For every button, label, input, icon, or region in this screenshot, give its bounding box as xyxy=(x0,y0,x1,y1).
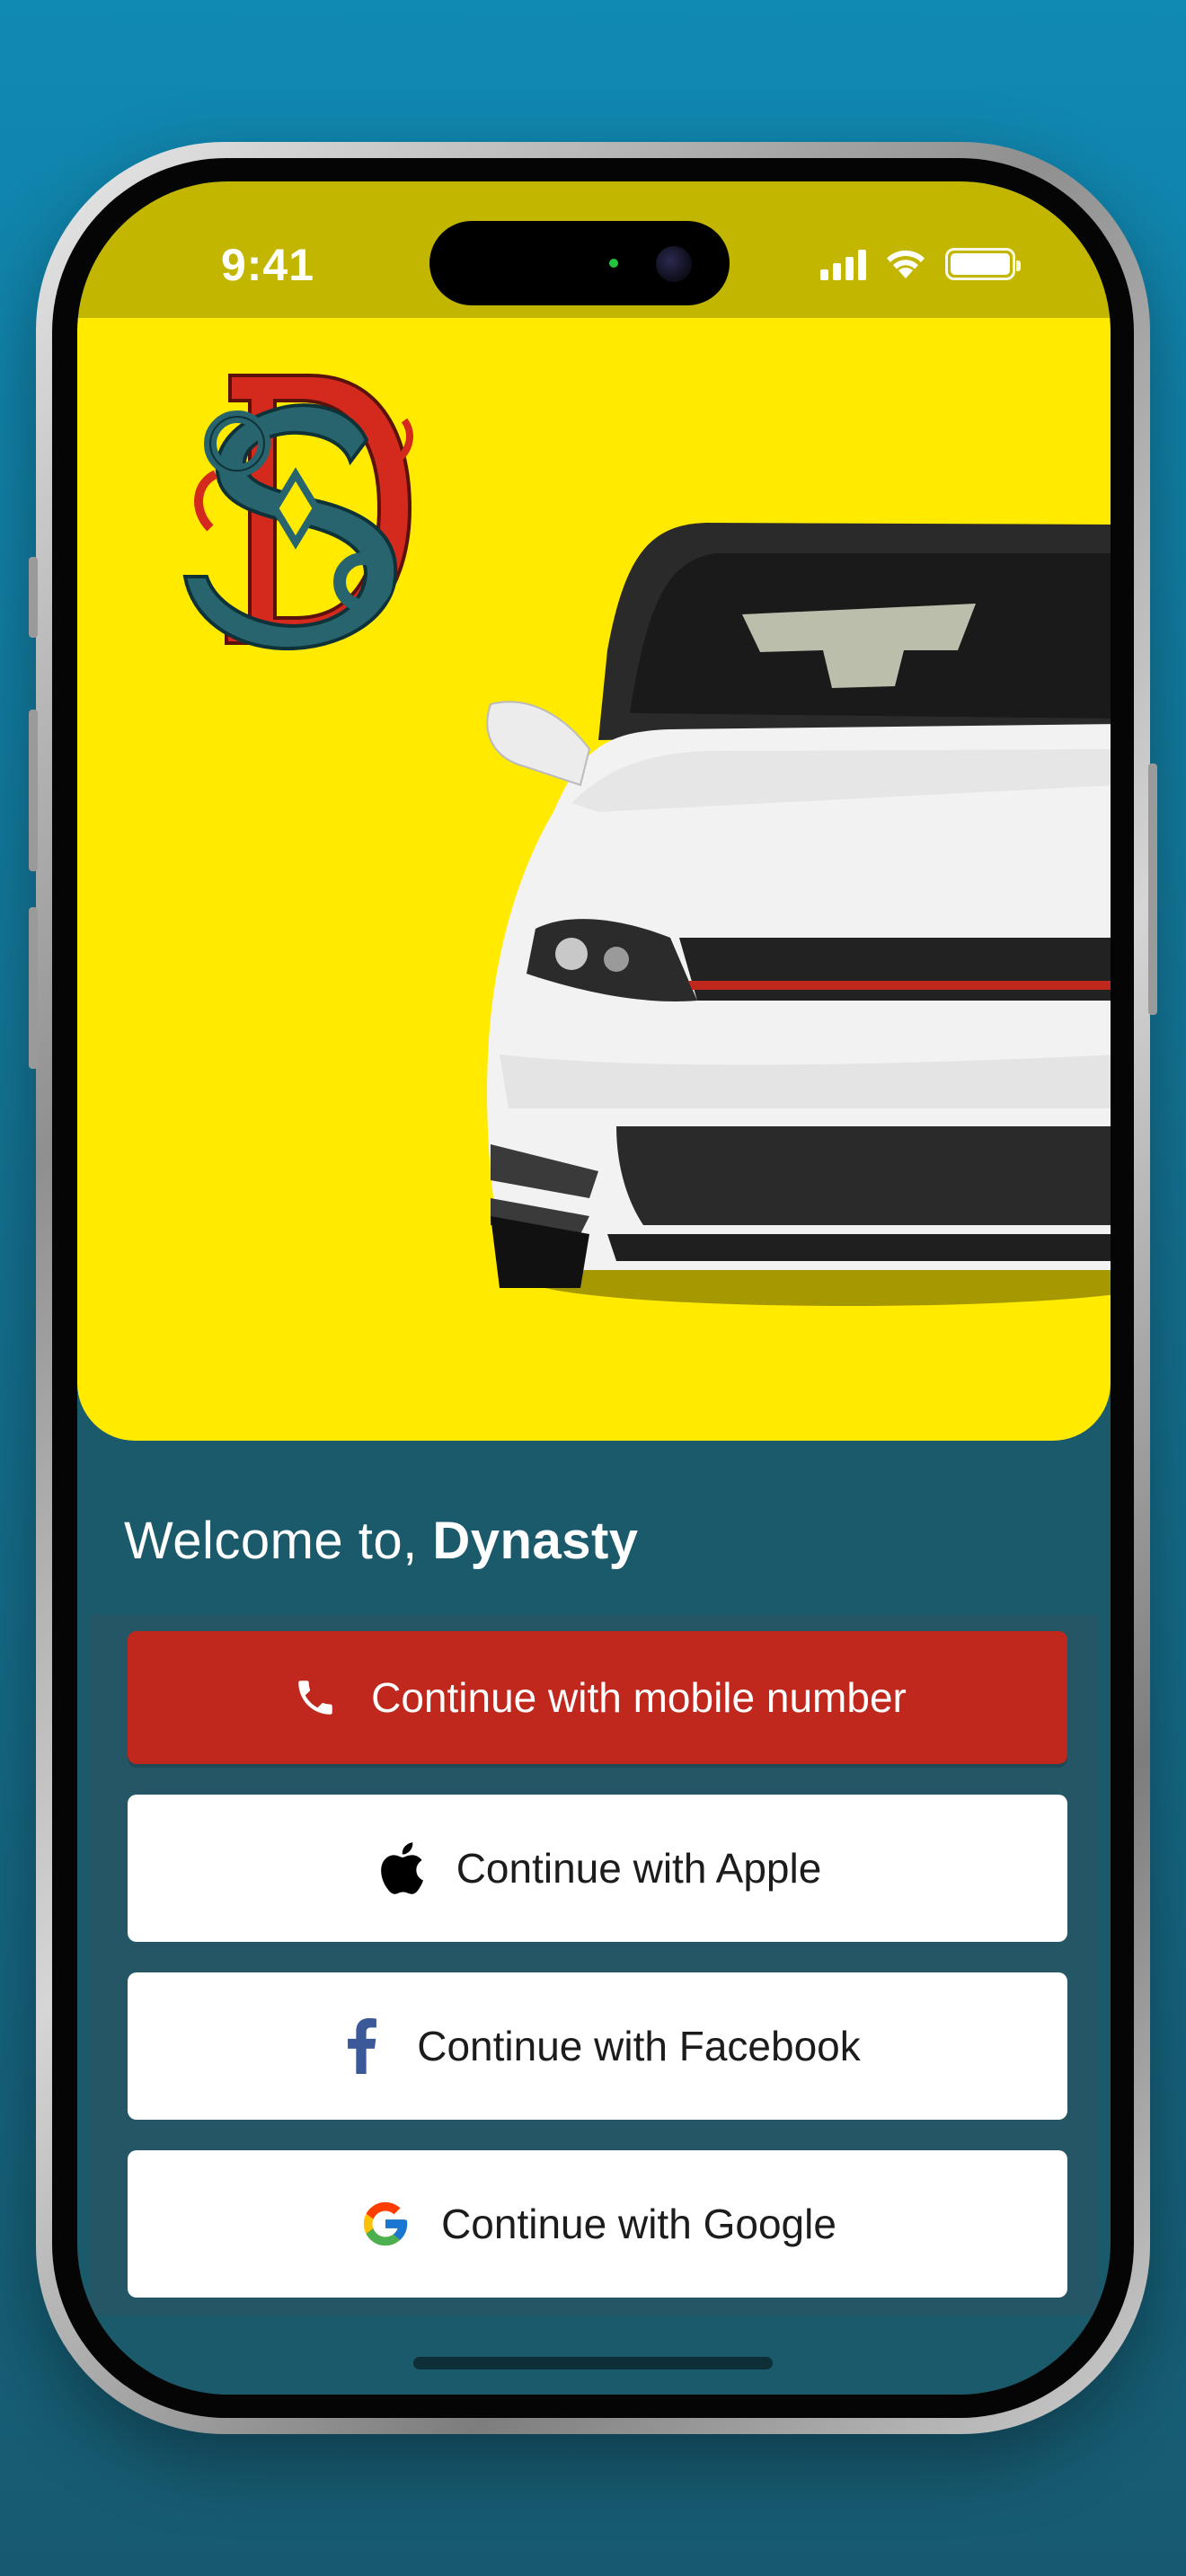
apple-button-label: Continue with Apple xyxy=(456,1845,822,1892)
facebook-icon xyxy=(334,2018,388,2074)
welcome-heading: Welcome to, Dynasty xyxy=(124,1511,639,1571)
continue-with-google-button[interactable]: Continue with Google xyxy=(128,2150,1067,2298)
continue-with-facebook-button[interactable]: Continue with Facebook xyxy=(128,1972,1067,2120)
camera-indicator-dot xyxy=(609,259,618,268)
power-button xyxy=(1148,763,1157,1015)
front-camera xyxy=(656,246,692,282)
welcome-prefix: Welcome to, xyxy=(124,1512,433,1570)
action-button xyxy=(29,557,38,638)
volume-up-button xyxy=(29,710,38,871)
status-bar: 9:41 xyxy=(77,181,1111,318)
app-name: Dynasty xyxy=(432,1512,639,1570)
mobile-button-label: Continue with mobile number xyxy=(371,1674,907,1721)
dynasty-monogram-icon xyxy=(182,374,413,651)
facebook-button-label: Continue with Facebook xyxy=(417,2023,861,2069)
apple-icon xyxy=(374,1841,428,1895)
app-screen: 9:41 Welcome to, Dynasty Continue with m… xyxy=(77,181,1111,2395)
phone-icon xyxy=(288,1671,342,1725)
google-icon xyxy=(358,2197,412,2251)
battery-level xyxy=(951,253,1010,275)
dynamic-island xyxy=(429,221,730,305)
continue-with-mobile-button[interactable]: Continue with mobile number xyxy=(128,1631,1067,1764)
cellular-signal-icon xyxy=(820,250,866,280)
home-indicator[interactable] xyxy=(413,2357,773,2369)
wifi-icon xyxy=(887,250,925,278)
login-options-panel: Continue with mobile number Continue wit… xyxy=(90,1615,1098,2316)
battery-icon xyxy=(945,248,1021,280)
status-time: 9:41 xyxy=(221,240,315,290)
volume-down-button xyxy=(29,907,38,1069)
hero-banner xyxy=(77,318,1111,1441)
car-image xyxy=(486,523,1111,1306)
continue-with-apple-button[interactable]: Continue with Apple xyxy=(128,1795,1067,1942)
status-icons xyxy=(820,244,1021,280)
google-button-label: Continue with Google xyxy=(441,2201,836,2247)
